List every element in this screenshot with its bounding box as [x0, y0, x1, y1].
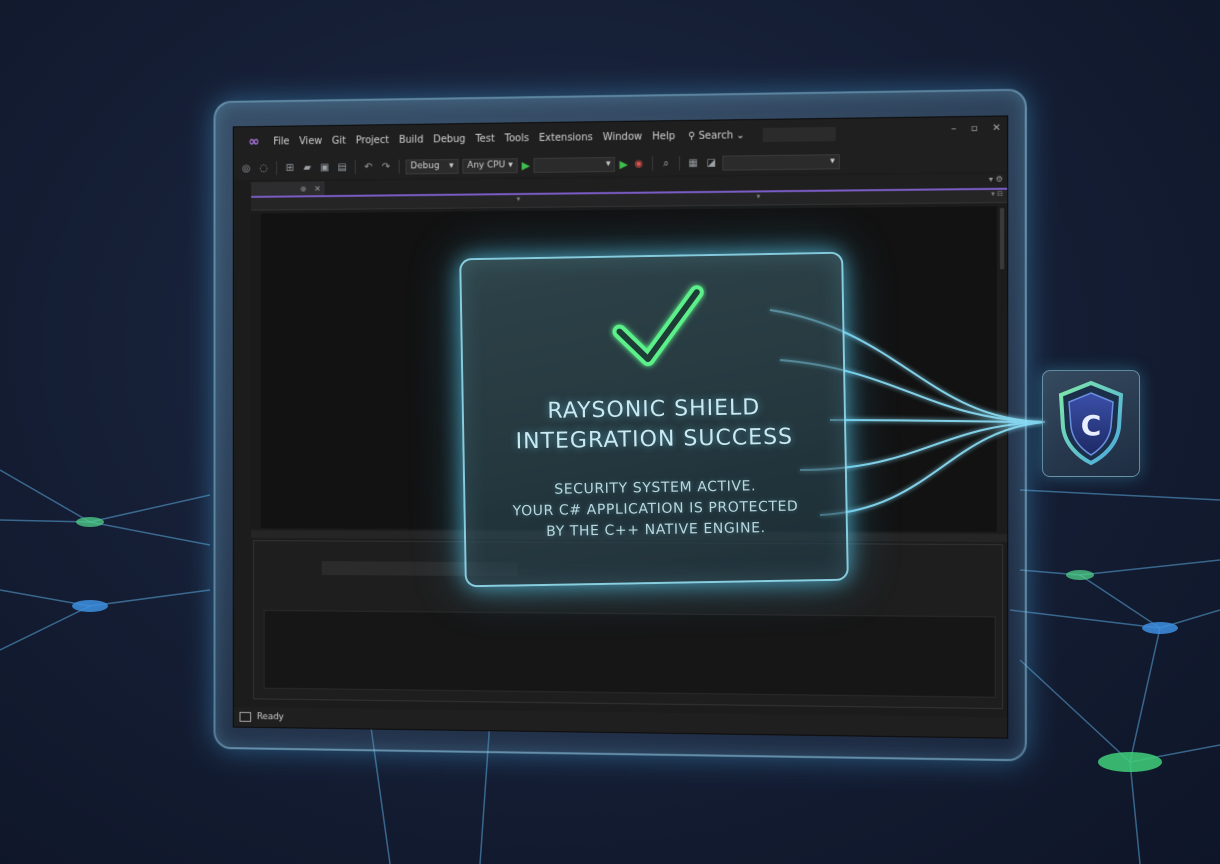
menu-window[interactable]: Window	[598, 131, 647, 143]
badge-letter: C	[1081, 409, 1102, 442]
menu-test[interactable]: Test	[470, 133, 499, 144]
new-project-icon[interactable]: ⊞	[283, 162, 297, 173]
split-icon[interactable]: ▾ ⊟	[991, 190, 1003, 198]
search-label: Search	[698, 129, 734, 142]
close-icon[interactable]: ✕	[992, 123, 1001, 134]
solution-title-field	[762, 126, 836, 143]
network-node	[72, 600, 108, 612]
pin-icon[interactable]: ⊕	[300, 184, 306, 193]
toolbar-separator	[354, 160, 356, 175]
status-icon	[239, 711, 252, 722]
integration-success-card: RAYSONIC SHIELD INTEGRATION SUCCESS SECU…	[459, 251, 849, 588]
window-controls: – ▫ ✕	[951, 123, 1001, 135]
scrollbar-thumb[interactable]	[999, 208, 1005, 270]
menu-help[interactable]: Help	[647, 131, 680, 142]
startup-item-dropdown[interactable]: ▾	[533, 156, 616, 173]
chevron-down-icon[interactable]: ▾	[757, 192, 761, 200]
navigate-back-icon[interactable]: ◎	[240, 163, 253, 174]
checkmark-icon	[612, 285, 704, 367]
redo-icon[interactable]: ↷	[379, 161, 393, 172]
toolbar-separator	[276, 161, 278, 175]
status-text: Ready	[256, 712, 284, 723]
comment-icon[interactable]: ▦	[686, 157, 700, 168]
toolbar-separator	[651, 156, 653, 171]
chevron-down-icon: ▾	[830, 156, 835, 167]
network-node	[76, 517, 104, 527]
toolbar-separator	[678, 156, 680, 171]
minimize-icon[interactable]: –	[951, 123, 956, 134]
editor-margin	[251, 213, 261, 529]
search-icon: ⚲	[688, 130, 696, 142]
menu-extensions[interactable]: Extensions	[534, 132, 598, 144]
card-title-line1: RAYSONIC SHIELD	[547, 395, 761, 424]
save-icon[interactable]: ▣	[318, 162, 332, 173]
editor-scrollbar[interactable]	[998, 206, 1006, 532]
chevron-down-icon: ⌄	[736, 129, 745, 141]
hot-reload-icon[interactable]: ◉	[632, 158, 646, 169]
start-without-debugging-icon[interactable]: ▶	[619, 157, 627, 170]
configuration-dropdown[interactable]: Debug ▾	[405, 158, 459, 174]
platform-dropdown[interactable]: Any CPU ▾	[462, 157, 518, 174]
menu-build[interactable]: Build	[394, 134, 428, 145]
undo-icon[interactable]: ↶	[362, 161, 376, 172]
output-pane-content[interactable]	[263, 609, 996, 698]
menu-view[interactable]: View	[294, 135, 327, 146]
platform-value: Any CPU	[467, 160, 506, 171]
maximize-icon[interactable]: ▫	[971, 123, 978, 134]
menu-tools[interactable]: Tools	[500, 133, 534, 144]
network-node	[1142, 622, 1178, 634]
card-body-line2: YOUR C# APPLICATION IS PROTECTED	[512, 498, 799, 520]
start-debugging-icon[interactable]: ▶	[522, 159, 530, 172]
document-tab[interactable]: ⊕ ✕	[251, 181, 325, 196]
toolbar-combo[interactable]: ▾	[722, 153, 840, 171]
menu-project[interactable]: Project	[351, 134, 394, 146]
network-node	[1098, 752, 1162, 772]
chevron-down-icon[interactable]: ▾	[517, 195, 520, 203]
card-title-line2: INTEGRATION SUCCESS	[515, 424, 794, 455]
bookmark-icon[interactable]: ◪	[704, 157, 718, 168]
visual-studio-logo-icon: ∞	[248, 133, 260, 150]
navigate-forward-icon[interactable]: ◌	[257, 163, 271, 174]
tab-close-icon[interactable]: ✕	[314, 184, 321, 193]
network-node	[1066, 570, 1094, 580]
configuration-value: Debug	[410, 161, 440, 172]
open-file-icon[interactable]: ▰	[300, 162, 314, 173]
toolbar-separator	[398, 159, 400, 174]
menu-git[interactable]: Git	[327, 135, 351, 146]
search-menu[interactable]: ⚲ Search ⌄	[680, 130, 753, 142]
chevron-down-icon: ▾	[449, 160, 454, 171]
chevron-down-icon: ▾	[605, 159, 611, 170]
card-body-line3: BY THE C++ NATIVE ENGINE.	[546, 520, 766, 540]
shield-badge: C	[1042, 370, 1140, 477]
chevron-down-icon: ▾	[508, 160, 513, 171]
shield-icon: C	[1058, 380, 1124, 466]
menu-file[interactable]: File	[268, 136, 294, 147]
menu-debug[interactable]: Debug	[428, 133, 470, 145]
save-all-icon[interactable]: ▤	[335, 162, 349, 173]
tab-list-dropdown-icon[interactable]: ▾ ⚙	[989, 175, 1003, 184]
card-body-line1: SECURITY SYSTEM ACTIVE.	[554, 478, 757, 498]
find-icon[interactable]: ⌕	[659, 158, 673, 169]
